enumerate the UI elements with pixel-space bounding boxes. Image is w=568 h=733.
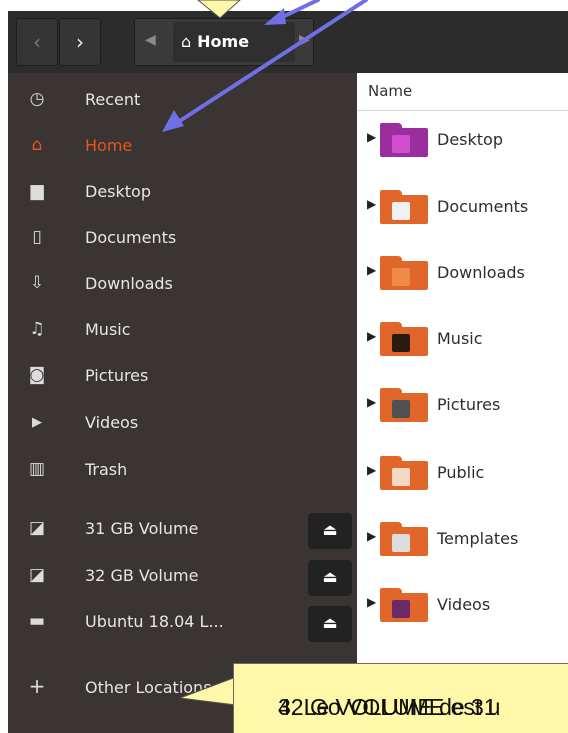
eject-button[interactable]: ⏏ bbox=[308, 606, 352, 642]
sidebar-item-trash[interactable]: ▥ Trash bbox=[8, 451, 357, 491]
drive-icon: ◪ bbox=[28, 518, 46, 538]
file-list: Name ▶ Desktop ▶ Documents ▶ Downloads ▶ Music ▶… bbox=[357, 73, 568, 733]
expander-arrow-icon[interactable]: ▶ bbox=[367, 329, 376, 343]
file-row-documents[interactable]: ▶ Documents bbox=[357, 185, 568, 229]
sidebar-item-label: Videos bbox=[85, 413, 139, 432]
clock-icon: ◷ bbox=[29, 89, 45, 109]
file-row-name: Documents bbox=[437, 197, 529, 216]
sidebar-item-documents[interactable]: ▯ Documents bbox=[8, 219, 357, 259]
download-icon: ⇩ bbox=[29, 273, 45, 293]
file-row-name: Public bbox=[437, 463, 485, 482]
sidebar-item-recent[interactable]: ◷ Recent bbox=[8, 81, 357, 121]
sidebar-device-ubuntu[interactable]: ▬ Ubuntu 18.04 L... ⏏ bbox=[8, 603, 357, 643]
sidebar: ◷ Recent ⌂ Home ▆ Desktop ▯ Documents ⇩ … bbox=[8, 73, 357, 733]
forward-button[interactable]: › bbox=[59, 18, 101, 66]
sidebar-item-label: Downloads bbox=[85, 274, 173, 293]
file-row-name: Downloads bbox=[437, 263, 525, 282]
file-row-name: Templates bbox=[437, 529, 519, 548]
sidebar-item-music[interactable]: ♫ Music bbox=[8, 311, 357, 351]
pictures-folder-icon bbox=[380, 388, 428, 422]
sidebar-item-videos[interactable]: ▶ Videos bbox=[8, 404, 357, 444]
expander-arrow-icon[interactable]: ▶ bbox=[367, 197, 376, 211]
file-row-name: Desktop bbox=[437, 130, 503, 149]
sidebar-item-label: 31 GB Volume bbox=[85, 519, 199, 538]
sidebar-item-label: Other Locations bbox=[85, 678, 212, 697]
sidebar-item-label: Trash bbox=[85, 460, 128, 479]
chevron-right-icon: › bbox=[76, 30, 84, 54]
home-icon: ⌂ bbox=[31, 135, 43, 155]
document-icon: ▯ bbox=[32, 227, 42, 247]
eject-icon: ⏏ bbox=[322, 613, 338, 632]
eject-icon: ⏏ bbox=[322, 567, 338, 586]
camera-icon: ◙ bbox=[28, 365, 46, 385]
trash-icon: ▥ bbox=[28, 459, 46, 479]
video-icon: ▶ bbox=[32, 415, 42, 430]
path-home-label: Home bbox=[197, 32, 250, 51]
desktop-folder-icon bbox=[380, 123, 428, 157]
file-row-public[interactable]: ▶ Public bbox=[357, 451, 568, 495]
desktop-folder-icon: ▆ bbox=[30, 181, 44, 201]
expander-arrow-icon[interactable]: ▶ bbox=[367, 529, 376, 543]
music-folder-icon bbox=[380, 322, 428, 356]
annotation-line-2: 32 Go VOLUME est u bbox=[278, 694, 501, 720]
eject-button[interactable]: ⏏ bbox=[308, 560, 352, 596]
templates-folder-icon bbox=[380, 522, 428, 556]
path-bar: ◀ ⌂ Home ▶ bbox=[134, 18, 314, 66]
sidebar-item-label: Music bbox=[85, 320, 131, 339]
downloads-folder-icon bbox=[380, 256, 428, 290]
header-bar: ‹ › ◀ ⌂ Home ▶ bbox=[8, 11, 568, 73]
sidebar-item-label: Documents bbox=[85, 228, 177, 247]
path-scroll-right-icon[interactable]: ▶ bbox=[299, 32, 310, 48]
sidebar-item-home[interactable]: ⌂ Home bbox=[8, 127, 357, 167]
optical-drive-icon: ▬ bbox=[28, 611, 46, 631]
drive-icon: ◪ bbox=[28, 565, 46, 585]
public-folder-icon bbox=[380, 456, 428, 490]
file-manager-window: ‹ › ◀ ⌂ Home ▶ ◷ Recent ⌂ Home ▆ Desktop … bbox=[0, 0, 568, 733]
file-row-music[interactable]: ▶ Music bbox=[357, 317, 568, 361]
expander-arrow-icon[interactable]: ▶ bbox=[367, 395, 376, 409]
file-row-name: Videos bbox=[437, 595, 491, 614]
sidebar-item-label: Recent bbox=[85, 90, 141, 109]
music-icon: ♫ bbox=[29, 319, 45, 339]
expander-arrow-icon[interactable]: ▶ bbox=[367, 263, 376, 277]
file-row-templates[interactable]: ▶ Templates bbox=[357, 517, 568, 561]
file-row-name: Music bbox=[437, 329, 483, 348]
sidebar-item-pictures[interactable]: ◙ Pictures bbox=[8, 357, 357, 397]
file-row-pictures[interactable]: ▶ Pictures bbox=[357, 383, 568, 427]
expander-arrow-icon[interactable]: ▶ bbox=[367, 130, 376, 144]
file-row-videos[interactable]: ▶ Videos bbox=[357, 583, 568, 627]
eject-button[interactable]: ⏏ bbox=[308, 513, 352, 549]
file-row-downloads[interactable]: ▶ Downloads bbox=[357, 251, 568, 295]
documents-folder-icon bbox=[380, 190, 428, 224]
sidebar-device-31gb-volume[interactable]: ◪ 31 GB Volume ⏏ bbox=[8, 510, 357, 550]
home-icon: ⌂ bbox=[181, 32, 192, 51]
back-button[interactable]: ‹ bbox=[16, 18, 58, 66]
videos-folder-icon bbox=[380, 588, 428, 622]
sidebar-item-downloads[interactable]: ⇩ Downloads bbox=[8, 265, 357, 305]
sidebar-item-label: 32 GB Volume bbox=[85, 566, 199, 585]
column-header-name[interactable]: Name bbox=[357, 73, 568, 111]
sidebar-item-label: Desktop bbox=[85, 182, 151, 201]
chevron-left-icon: ‹ bbox=[33, 30, 41, 54]
eject-icon: ⏏ bbox=[322, 520, 338, 539]
expander-arrow-icon[interactable]: ▶ bbox=[367, 463, 376, 477]
path-scroll-left-icon[interactable]: ◀ bbox=[145, 32, 156, 48]
sidebar-item-desktop[interactable]: ▆ Desktop bbox=[8, 173, 357, 213]
expander-arrow-icon[interactable]: ▶ bbox=[367, 595, 376, 609]
sidebar-item-label: Ubuntu 18.04 L... bbox=[85, 612, 224, 631]
plus-icon: + bbox=[28, 674, 46, 698]
path-home-button[interactable]: ⌂ Home bbox=[173, 22, 295, 62]
sidebar-item-label: Home bbox=[85, 136, 133, 155]
sidebar-device-32gb-volume[interactable]: ◪ 32 GB Volume ⏏ bbox=[8, 557, 357, 597]
file-row-name: Pictures bbox=[437, 395, 501, 414]
column-header-label: Name bbox=[368, 82, 413, 100]
annotation-callout: 4. Le VOLUME de 31 32 Go VOLUME est u bbox=[233, 663, 568, 733]
file-row-desktop[interactable]: ▶ Desktop bbox=[357, 118, 568, 162]
sidebar-item-label: Pictures bbox=[85, 366, 149, 385]
